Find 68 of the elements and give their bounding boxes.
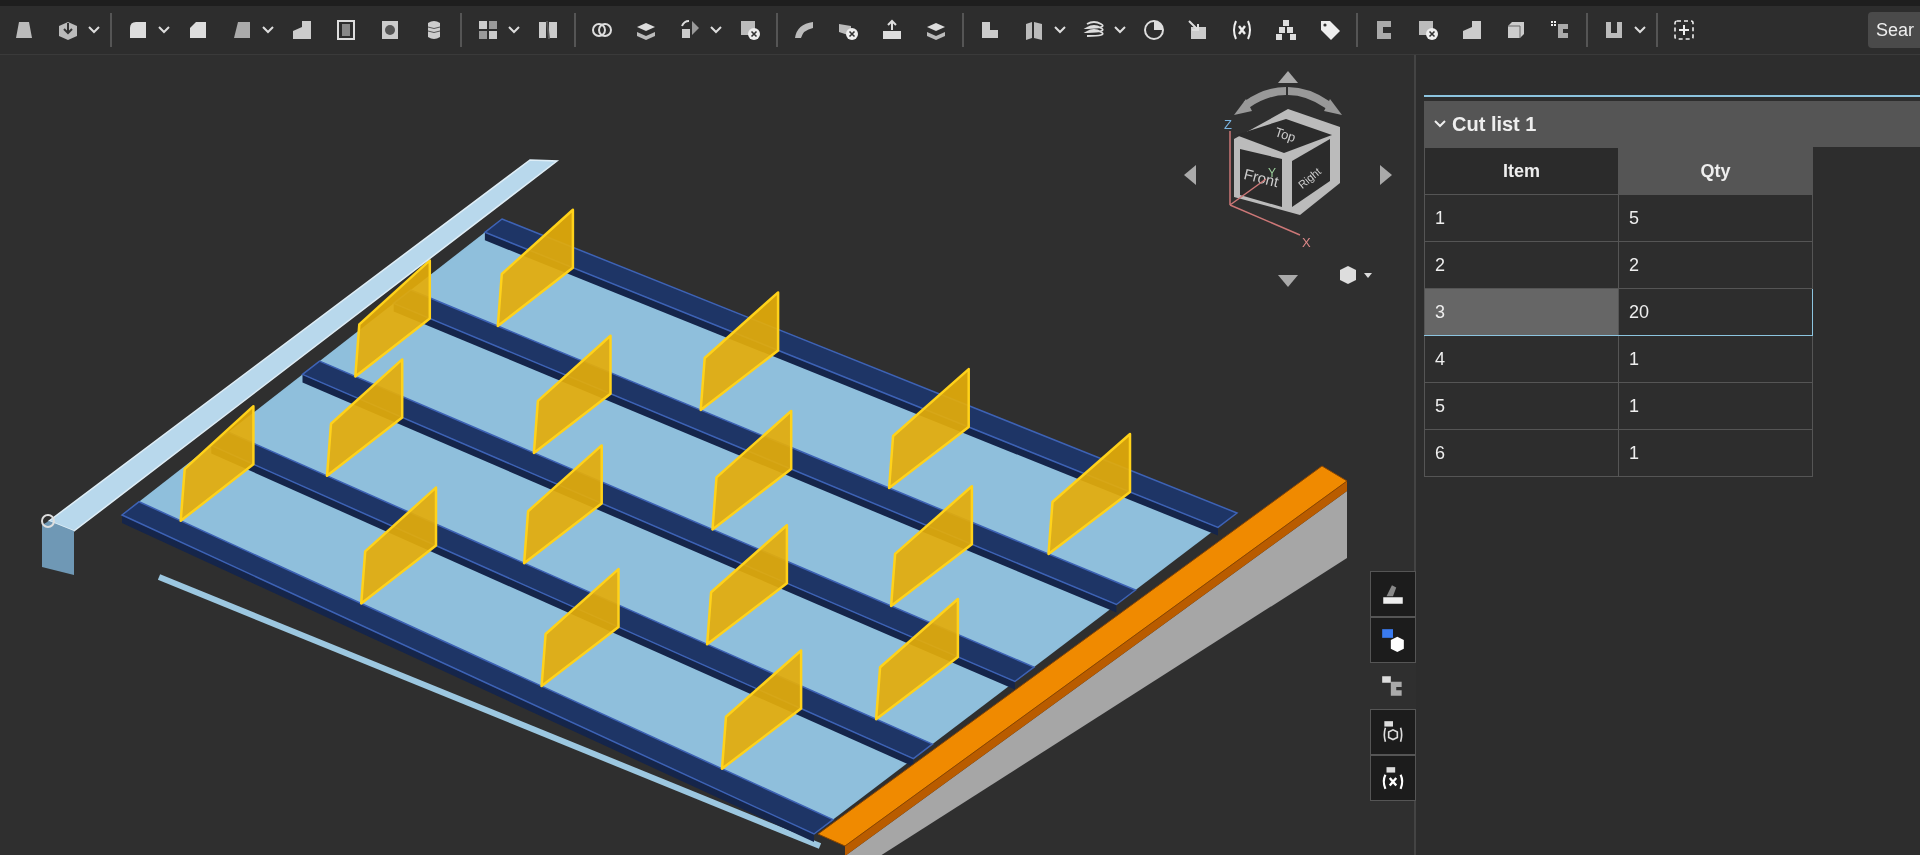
column-header[interactable]: Qty — [1618, 147, 1813, 195]
chevron-down-icon — [1054, 26, 1066, 34]
table-row[interactable]: 3 20 — [1424, 288, 1813, 336]
side-toolbar-button[interactable] — [1370, 571, 1416, 617]
cube-caret-icon — [1338, 265, 1372, 285]
table-cell: 1 — [1618, 429, 1813, 477]
cut-list-header[interactable]: Cut list 1 — [1424, 101, 1920, 147]
side-toolbar-button[interactable] — [1370, 709, 1416, 755]
top-face-label: Top — [1273, 124, 1298, 146]
rotate-up-arrow-icon[interactable] — [1278, 71, 1298, 83]
rotate-left-arrow-icon[interactable] — [1184, 165, 1196, 185]
box-x-icon — [1416, 18, 1440, 42]
table-cell: 1 — [1618, 335, 1813, 383]
step-icon — [1460, 18, 1484, 42]
step-icon — [290, 18, 314, 42]
chevron-down-icon — [262, 26, 274, 34]
grid-icon — [476, 18, 500, 42]
table-cell: 6 — [1424, 429, 1619, 477]
table-row[interactable]: 1 5 — [1424, 194, 1813, 242]
table-row[interactable]: 4 1 — [1424, 335, 1813, 383]
chevron-down-icon — [88, 26, 100, 34]
table-cell: 3 — [1424, 288, 1619, 336]
grid-variable-icon — [1380, 765, 1406, 791]
variable-icon — [1230, 18, 1254, 42]
chevron-down-icon — [158, 26, 170, 34]
x-axis-label: X — [1302, 235, 1311, 250]
split-icon — [536, 18, 560, 42]
grid-cube-icon — [1380, 627, 1406, 653]
table-cell: 2 — [1424, 241, 1619, 289]
table-cell: 5 — [1618, 194, 1813, 242]
table-cell: 2 — [1618, 241, 1813, 289]
tag-icon — [1318, 18, 1342, 42]
table-cell: 20 — [1618, 288, 1813, 336]
table-row[interactable]: 2 2 — [1424, 241, 1813, 289]
table-row[interactable]: 5 1 — [1424, 382, 1813, 430]
chevron-down-icon — [710, 26, 722, 34]
pie-icon — [1142, 18, 1166, 42]
table-cell: 1 — [1424, 194, 1619, 242]
side-toolbar-button[interactable] — [1370, 755, 1416, 801]
box-x-icon — [738, 18, 762, 42]
search-field[interactable]: Sear — [1868, 12, 1920, 48]
dropdown-caret[interactable] — [260, 24, 276, 36]
side-toolbar-button[interactable] — [1370, 617, 1416, 663]
dropdown-caret[interactable] — [708, 24, 724, 36]
column-header[interactable]: Item — [1424, 147, 1619, 195]
add-icon — [1672, 18, 1696, 42]
dropdown-caret[interactable] — [1052, 24, 1068, 36]
chevron-down-icon — [1114, 26, 1126, 34]
table-cell: 1 — [1618, 382, 1813, 430]
dropdown-caret[interactable] — [86, 24, 102, 36]
rotate-right-arrow-icon[interactable] — [1380, 165, 1392, 185]
table-cell: 4 — [1424, 335, 1619, 383]
chevron-down-icon — [1634, 26, 1646, 34]
table-cell: 5 — [1424, 382, 1619, 430]
curved-arrows-icon[interactable] — [1234, 87, 1342, 115]
dropdown-caret[interactable] — [156, 24, 172, 36]
z-axis-label: Z — [1224, 117, 1232, 132]
boxes-icon — [1274, 18, 1298, 42]
origin-icon — [41, 514, 55, 528]
rotate-down-arrow-icon[interactable] — [1278, 275, 1298, 287]
shell-icon — [334, 18, 358, 42]
chevron-down-icon — [1434, 118, 1446, 130]
dropdown-caret[interactable] — [506, 24, 522, 36]
dropdown-caret[interactable] — [1632, 24, 1648, 36]
table-row[interactable]: 6 1 — [1424, 429, 1813, 477]
chevron-down-icon — [508, 26, 520, 34]
upload-icon — [880, 18, 904, 42]
dropdown-caret[interactable] — [1112, 24, 1128, 36]
